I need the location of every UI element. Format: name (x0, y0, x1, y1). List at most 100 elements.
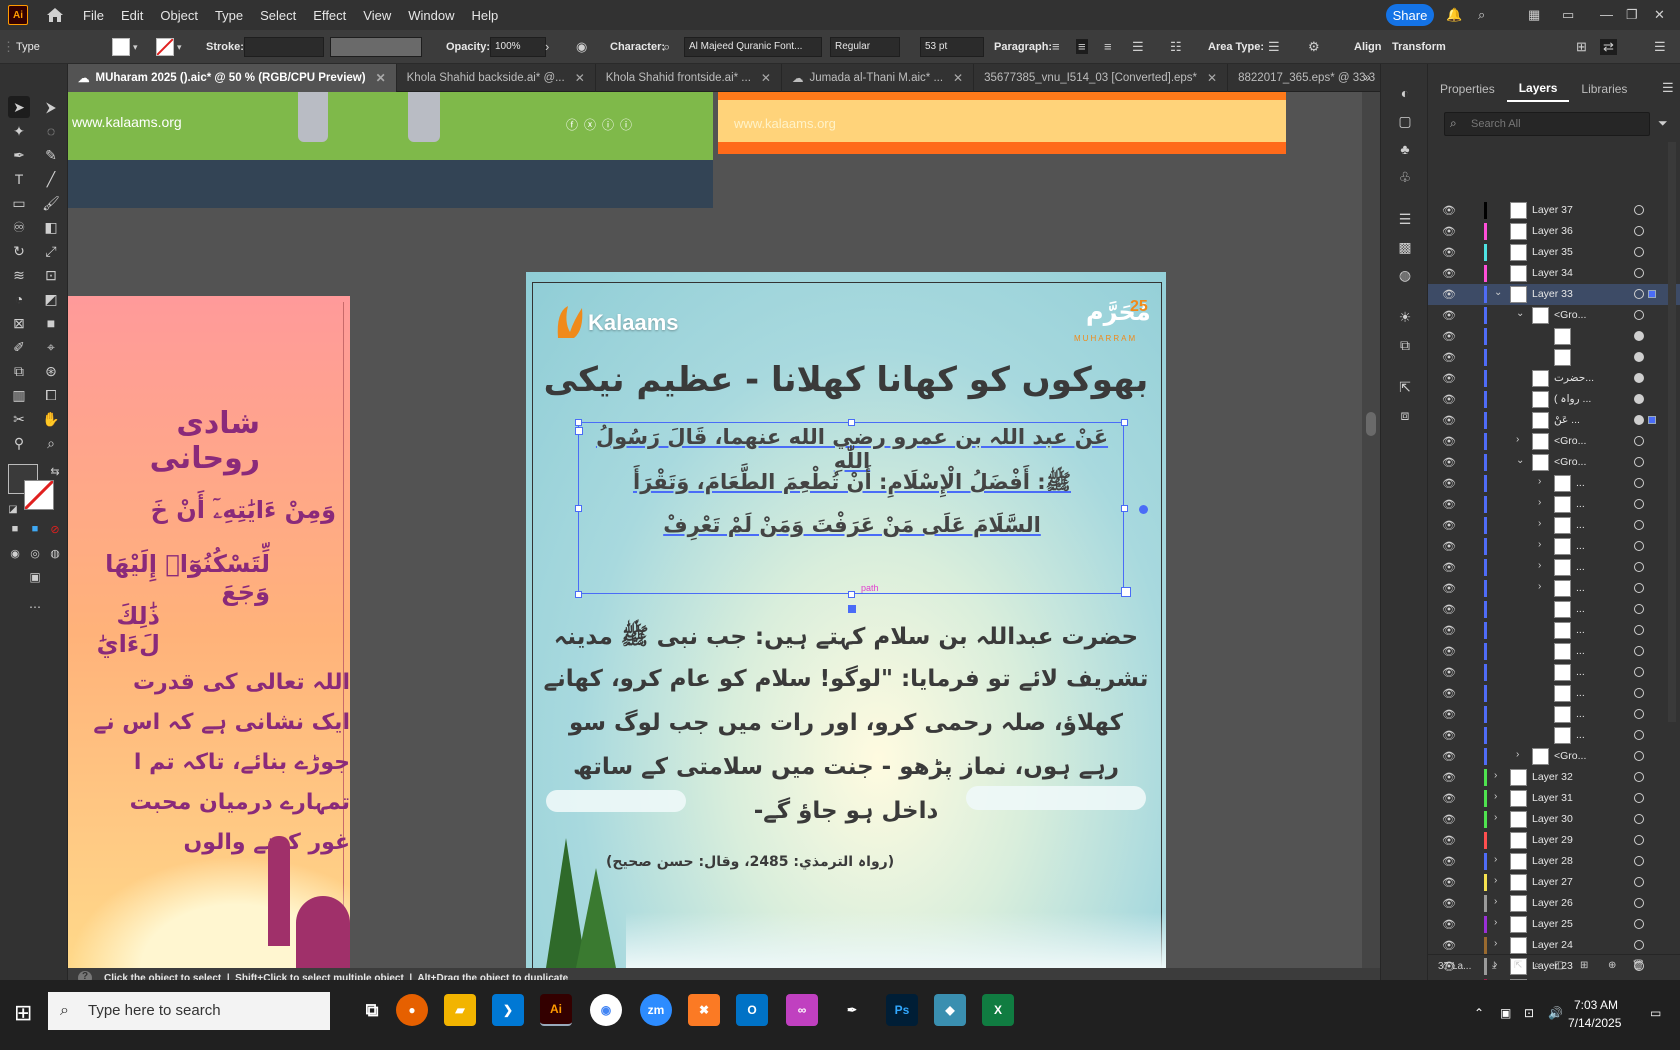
visibility-eye-icon[interactable]: 👁 (1442, 330, 1456, 343)
visibility-eye-icon[interactable]: 👁 (1442, 708, 1456, 721)
panel-menu-icon[interactable]: ☰ (1662, 80, 1674, 96)
measure-tool-icon[interactable]: ⌖ (40, 336, 62, 358)
layer-row[interactable]: 👁 حضرت... (1428, 368, 1680, 389)
collapse-arrow-icon[interactable]: ⌄ (1516, 308, 1524, 319)
font-search-icon[interactable]: ⌕ (663, 39, 670, 55)
menu-type[interactable]: Type (215, 8, 243, 23)
outlook-icon[interactable]: O (736, 994, 768, 1026)
resize-handle[interactable] (1121, 505, 1128, 512)
layer-row[interactable]: 👁 (1428, 347, 1680, 368)
screen-mode-icon[interactable]: ▣ (24, 566, 46, 588)
layer-row[interactable]: 👁... (1428, 704, 1680, 725)
stroke-swatch[interactable] (156, 38, 174, 56)
puppet-warp-icon[interactable]: ⚲ (8, 432, 30, 454)
transparency-icon[interactable]: ◍ (1394, 264, 1416, 286)
layer-row[interactable]: 👁 Layer 36 (1428, 221, 1680, 242)
layer-target-icon[interactable] (1634, 310, 1644, 320)
layer-row[interactable]: 👁 عَنْ ... (1428, 410, 1680, 431)
vscode-icon[interactable]: ❯ (492, 994, 524, 1026)
live-paint-icon[interactable]: ◩ (40, 288, 62, 310)
resize-handle[interactable] (575, 591, 582, 598)
visibility-eye-icon[interactable]: 👁 (1442, 372, 1456, 385)
visibility-eye-icon[interactable]: 👁 (1442, 267, 1456, 280)
taskbar-search-input[interactable]: Type here to search (48, 992, 330, 1030)
visibility-eye-icon[interactable]: 👁 (1442, 687, 1456, 700)
layer-row[interactable]: 👁 ›... (1428, 494, 1680, 515)
clipping-mask-icon[interactable]: ◫ (1554, 960, 1563, 971)
close-icon[interactable]: ✕ (1654, 7, 1670, 23)
layer-target-icon[interactable] (1634, 793, 1644, 803)
collect-export-icon[interactable]: ⤓ (1492, 960, 1496, 971)
menu-view[interactable]: View (363, 8, 391, 23)
zoom-tool-icon[interactable]: ⌕ (40, 432, 62, 454)
layers-search-input[interactable]: Search All (1444, 112, 1650, 136)
visibility-eye-icon[interactable]: 👁 (1442, 288, 1456, 301)
close-tab-icon[interactable]: ✕ (953, 71, 963, 85)
default-colors-icon[interactable]: ◪ (2, 498, 24, 520)
artboard-left[interactable]: شادی روحانی وَمِنْ ءَايَٰتِهِۦٓ أَنْ خَ … (68, 296, 350, 968)
pen-tool-icon[interactable]: ✒ (8, 144, 30, 166)
grid-icon[interactable]: ⊞ (1576, 39, 1587, 55)
mesh-tool-icon[interactable]: ⊠ (8, 312, 30, 334)
tab-khola-backside[interactable]: Khola Shahid backside.ai* @... ✕ (397, 64, 596, 92)
none-mode-icon[interactable]: ⊘ (44, 518, 66, 540)
curvature-tool-icon[interactable]: ✎ (40, 144, 62, 166)
fill-dropdown-icon[interactable]: ▾ (133, 42, 138, 53)
free-transform-icon[interactable]: ⊡ (40, 264, 62, 286)
collapse-arrow-icon[interactable]: ⌄ (1494, 287, 1502, 298)
layer-row[interactable]: 👁... (1428, 662, 1680, 683)
gradient-mode-icon[interactable]: ■ (24, 518, 46, 540)
expand-arrow-icon[interactable]: › (1494, 896, 1497, 907)
type-on-path-handle[interactable] (1139, 505, 1148, 514)
layer-row[interactable]: 👁 ⌄ <Gro... (1428, 452, 1680, 473)
layer-target-icon[interactable] (1634, 289, 1644, 299)
visibility-eye-icon[interactable]: 👁 (1442, 435, 1456, 448)
brush-definition-field[interactable] (330, 37, 422, 57)
rotate-tool-icon[interactable]: ↻ (8, 240, 30, 262)
glyphs-icon[interactable]: ⚙ (1308, 39, 1320, 55)
close-tab-icon[interactable]: ✕ (1207, 71, 1217, 85)
menu-select[interactable]: Select (260, 8, 296, 23)
selection-indicator[interactable] (1648, 416, 1656, 424)
layer-target-icon[interactable] (1634, 646, 1644, 656)
align-center-icon[interactable]: ≡ (1076, 39, 1088, 54)
excel-icon[interactable]: X (982, 994, 1014, 1026)
area-type-options-icon[interactable]: ☰ (1268, 39, 1280, 55)
layer-row[interactable]: 👁 (1428, 326, 1680, 347)
canvas[interactable]: www.kalaams.org ⓕⓧⓘⓘ www.kalaams.org شاد… (68, 92, 1380, 968)
visibility-eye-icon[interactable]: 👁 (1442, 477, 1456, 490)
close-tab-icon[interactable]: ✕ (761, 71, 771, 85)
layer-row[interactable]: 👁 Layer 29 (1428, 830, 1680, 851)
visibility-eye-icon[interactable]: 👁 (1442, 771, 1456, 784)
layer-row[interactable]: 👁 ›... (1428, 557, 1680, 578)
delete-layer-icon[interactable]: 🗑 (1632, 960, 1645, 971)
layer-target-icon[interactable] (1634, 394, 1644, 404)
color-guide-icon[interactable]: ◐ (1394, 82, 1416, 104)
menu-effect[interactable]: Effect (313, 8, 346, 23)
layer-target-icon[interactable] (1634, 541, 1644, 551)
gradient-tool-icon[interactable]: ■ (40, 312, 62, 334)
font-style-field[interactable]: Regular (830, 37, 900, 57)
chrome-icon[interactable]: ◉ (590, 994, 622, 1026)
menu-help[interactable]: Help (471, 8, 498, 23)
layer-target-icon[interactable] (1634, 415, 1644, 425)
minimize-icon[interactable]: — (1600, 7, 1616, 23)
font-family-field[interactable]: Al Majeed Quranic Font... (684, 37, 822, 57)
swap-colors-icon[interactable]: ⇆ (44, 460, 66, 482)
layer-target-icon[interactable] (1634, 457, 1644, 467)
new-layer-icon[interactable]: ⊕ (1608, 960, 1616, 971)
layer-target-icon[interactable] (1634, 247, 1644, 257)
layer-row[interactable]: 👁... (1428, 620, 1680, 641)
app-icon[interactable]: ◆ (934, 994, 966, 1026)
visibility-eye-icon[interactable]: 👁 (1442, 456, 1456, 469)
paintbrush-tool-icon[interactable]: 🖌 (40, 192, 62, 214)
new-sublayer-icon[interactable]: ⊞ (1580, 960, 1588, 971)
restore-icon[interactable]: ❐ (1626, 7, 1642, 23)
layer-target-icon[interactable] (1634, 604, 1644, 614)
fill-swatch[interactable] (112, 38, 130, 56)
layer-target-icon[interactable] (1634, 856, 1644, 866)
firefox-icon[interactable]: ● (396, 994, 428, 1026)
visibility-eye-icon[interactable]: 👁 (1442, 582, 1456, 595)
layer-row[interactable]: 👁 › Layer 31 (1428, 788, 1680, 809)
layer-target-icon[interactable] (1634, 478, 1644, 488)
